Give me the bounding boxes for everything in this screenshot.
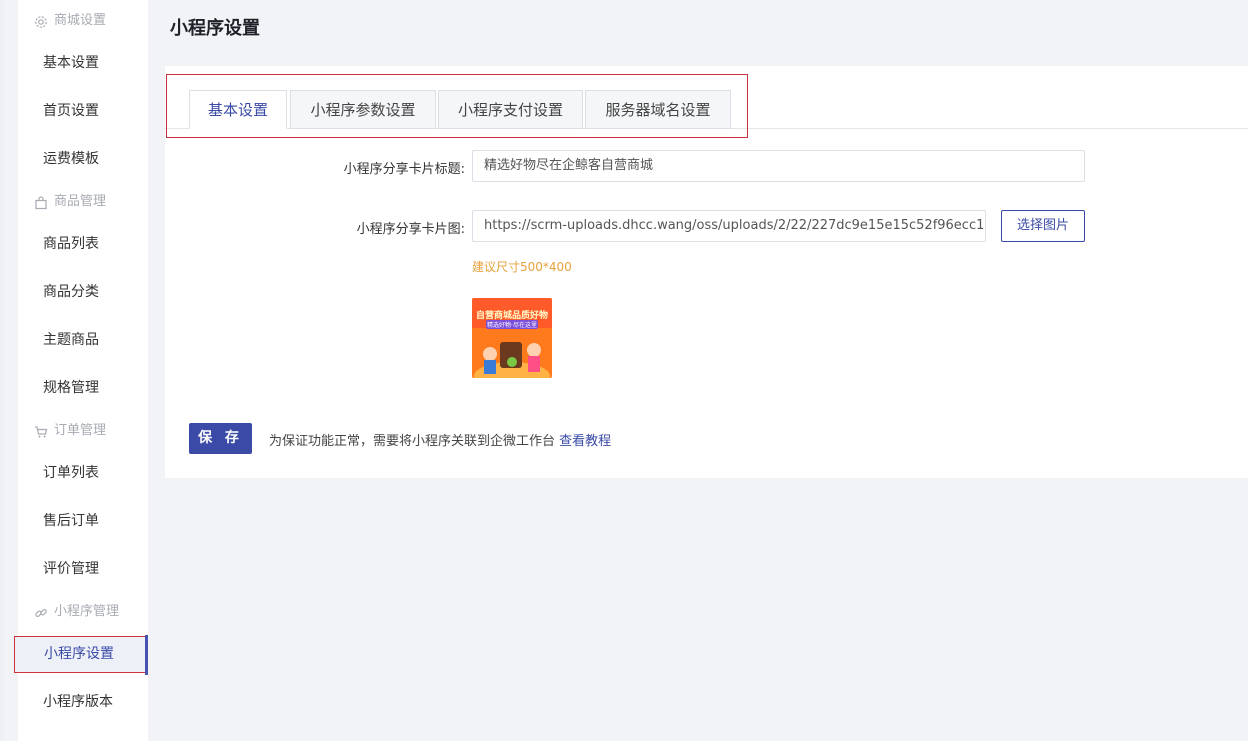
sidebar-item-home-settings[interactable]: 首页设置 [18,95,148,127]
cart-icon [34,424,48,438]
active-indicator [145,635,148,675]
sidebar: 商城设置 基本设置 首页设置 运费模板 商品管理 商品列表 商品分类 主题商品 … [14,0,148,741]
save-button[interactable]: 保 存 [189,423,252,454]
sidebar-item-theme-goods[interactable]: 主题商品 [18,324,148,356]
sidebar-group-label: 订单管理 [54,423,107,438]
sidebar-item-basic-settings[interactable]: 基本设置 [18,47,148,79]
tip-text: 为保证功能正常，需要将小程序关联到企微工作台 [269,434,556,449]
sidebar-item-order-list[interactable]: 订单列表 [18,457,148,489]
share-title-input[interactable]: 精选好物尽在企鲸客自营商城 [472,150,1085,182]
sidebar-item-spec-management[interactable]: 规格管理 [18,372,148,404]
share-image-url-input[interactable]: https://scrm-uploads.dhcc.wang/oss/uploa… [472,210,986,242]
sidebar-group-label: 小程序管理 [54,604,120,619]
shopping-bag-icon [34,195,48,210]
tabs-highlight-box [166,74,748,138]
page-title: 小程序设置 [170,18,260,39]
sidebar-item-miniprogram-settings[interactable]: 小程序设置 [14,636,146,673]
sidebar-item-goods-category[interactable]: 商品分类 [18,276,148,308]
share-title-label: 小程序分享卡片标题: [343,162,465,177]
sidebar-group-miniprogram: 小程序管理 [34,600,119,624]
link-icon [34,605,48,619]
sidebar-group-mall-settings: 商城设置 [34,9,106,33]
sidebar-group-label: 商品管理 [54,194,107,209]
share-image-label: 小程序分享卡片图: [356,222,465,237]
sidebar-item-goods-list[interactable]: 商品列表 [18,228,148,260]
share-image-thumbnail[interactable]: 自营商城品质好物 精选好物·尽在这里 [472,298,552,378]
choose-image-button[interactable]: 选择图片 [1001,210,1085,242]
sidebar-group-orders: 订单管理 [34,419,106,443]
sidebar-group-label: 商城设置 [54,13,107,28]
view-tutorial-link[interactable]: 查看教程 [559,434,611,449]
sidebar-item-shipping-template[interactable]: 运费模板 [18,143,148,175]
sidebar-item-miniprogram-version[interactable]: 小程序版本 [18,686,148,718]
sidebar-item-reviews[interactable]: 评价管理 [18,553,148,585]
size-hint: 建议尺寸500*400 [472,260,572,274]
left-edge [0,0,4,741]
thumbnail-sub-text: 精选好物·尽在这里 [486,320,538,329]
sidebar-group-goods: 商品管理 [34,190,106,214]
association-tip: 为保证功能正常，需要将小程序关联到企微工作台 查看教程 [269,430,611,449]
sidebar-item-after-sales[interactable]: 售后订单 [18,505,148,537]
gear-icon [34,14,48,28]
